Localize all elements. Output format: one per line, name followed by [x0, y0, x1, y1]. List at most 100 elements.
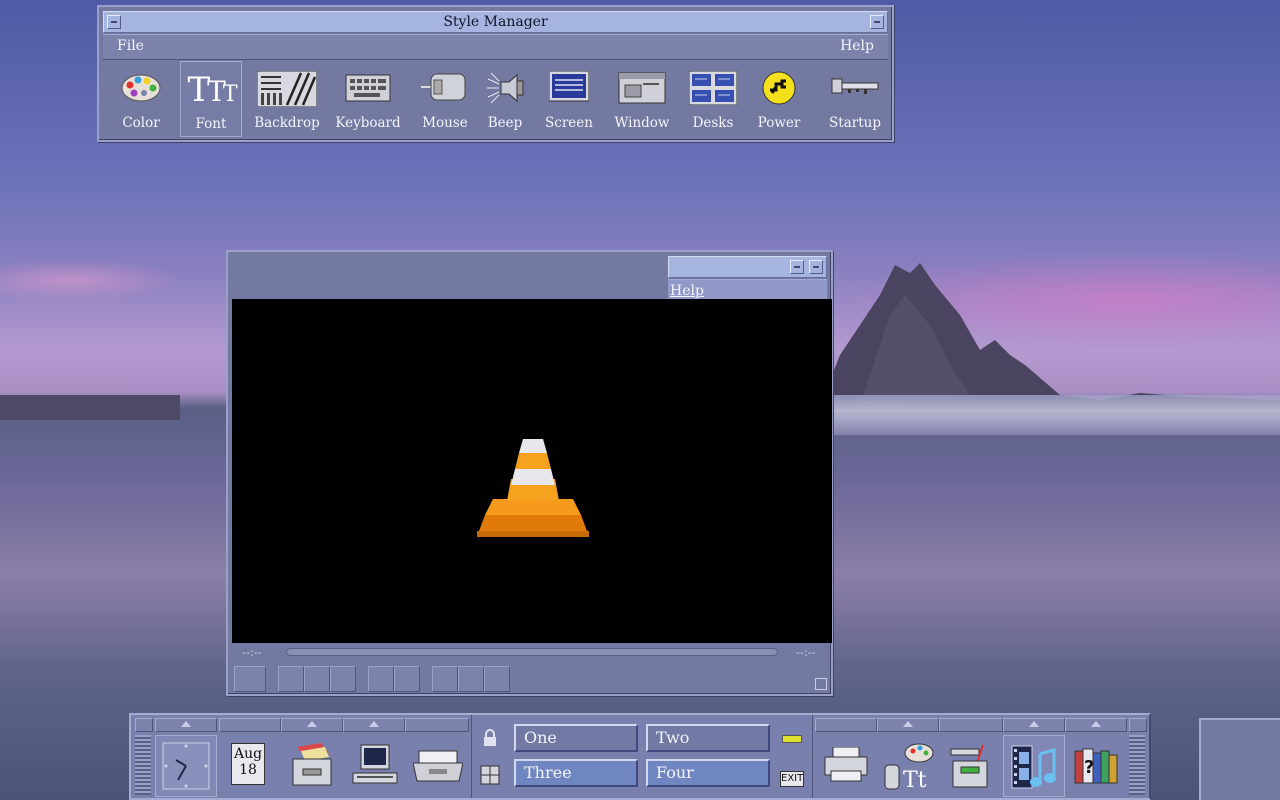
desks-tool-button[interactable]: Desks: [683, 61, 743, 137]
help-subpanel-toggle[interactable]: [1065, 718, 1127, 732]
minimize-button[interactable]: [870, 15, 884, 29]
busy-indicator: [782, 735, 802, 743]
beep-label: Beep: [487, 115, 523, 131]
style-subpanel-toggle[interactable]: [877, 718, 939, 732]
clock-icon: [162, 742, 210, 790]
printer-slot[interactable]: [815, 735, 877, 797]
workspace-four-button[interactable]: Four: [646, 759, 770, 787]
style-manager-slot[interactable]: Tt: [877, 735, 939, 797]
mouse-tool-button[interactable]: Mouse: [415, 61, 475, 137]
workspace-three-button[interactable]: Three: [514, 759, 638, 787]
beep-tool-button[interactable]: Beep: [479, 61, 531, 137]
vlc-titlebar[interactable]: [668, 256, 827, 278]
startup-tool-button[interactable]: Startup: [821, 61, 889, 137]
window-tool-button[interactable]: Window: [607, 61, 677, 137]
sea-horizon: [830, 395, 1280, 435]
maximize-button[interactable]: [809, 260, 823, 274]
svg-text:Tt: Tt: [903, 768, 927, 791]
help-menu[interactable]: Help: [840, 38, 874, 54]
window-title: Style Manager: [443, 14, 548, 30]
help-books-icon: ?: [1074, 748, 1118, 784]
vlc-video-area[interactable]: [232, 299, 832, 643]
keyboard-label: Keyboard: [335, 115, 401, 131]
app-manager-icon: [950, 744, 988, 788]
window-icon: [618, 72, 666, 104]
power-plug-icon: [762, 71, 796, 105]
mailer-slot[interactable]: [407, 735, 469, 797]
font-icon: TTT: [187, 70, 237, 110]
calendar-slot[interactable]: Aug 18: [219, 735, 281, 797]
extended-settings-button[interactable]: [394, 666, 420, 692]
mouse-label: Mouse: [422, 115, 468, 131]
keyboard-tool-button[interactable]: Keyboard: [335, 61, 401, 137]
minimize-button[interactable]: [790, 260, 804, 274]
minimized-window-icon[interactable]: [1199, 718, 1280, 800]
front-panel: Aug 18 One Two Three Four EXIT Tt ?: [129, 713, 1151, 800]
loop-button[interactable]: [458, 666, 484, 692]
apps-subpanel-toggle[interactable]: [343, 718, 405, 732]
font-label: Font: [195, 116, 227, 132]
color-label: Color: [122, 115, 160, 131]
screen-tool-button[interactable]: Screen: [539, 61, 599, 137]
seek-slider[interactable]: [286, 648, 778, 656]
stop-button[interactable]: [304, 666, 330, 692]
printer-subpanel-toggle[interactable]: [815, 718, 877, 732]
workspace-one-button[interactable]: One: [514, 724, 638, 752]
remaining-time: --:--: [796, 646, 816, 659]
elapsed-time: --:--: [242, 646, 262, 659]
calendar-subpanel-toggle[interactable]: [219, 718, 281, 732]
clock-slot[interactable]: [155, 735, 217, 797]
files-subpanel-toggle[interactable]: [281, 718, 343, 732]
printer-icon: [824, 747, 868, 782]
apps-manager-subpanel-toggle[interactable]: [939, 718, 1003, 732]
window-menu-button[interactable]: [107, 15, 121, 29]
clock-subpanel-toggle[interactable]: [155, 718, 217, 732]
style-manager-window: Style Manager File Help Color TTT Font B…: [97, 5, 894, 142]
exit-button[interactable]: EXIT: [780, 771, 804, 787]
startup-label: Startup: [829, 115, 881, 131]
shuffle-button[interactable]: [484, 666, 510, 692]
screen-label: Screen: [545, 115, 593, 131]
vlc-window: Help --:-- --:--: [226, 250, 833, 696]
key-icon: [831, 78, 879, 94]
panel-right-grip[interactable]: [1129, 735, 1145, 795]
calendar-day: 18: [239, 762, 257, 778]
fullscreen-button[interactable]: [368, 666, 394, 692]
help-manager-slot[interactable]: ?: [1065, 735, 1127, 797]
media-player-slot[interactable]: [1003, 735, 1065, 797]
screen-icon: [549, 71, 589, 102]
media-subpanel-toggle[interactable]: [1003, 718, 1065, 732]
desks-label: Desks: [692, 115, 734, 131]
play-button[interactable]: [234, 666, 266, 692]
terminal-slot[interactable]: [343, 735, 405, 797]
style-manager-icon: Tt: [884, 743, 934, 791]
color-tool-button[interactable]: Color: [111, 61, 171, 137]
next-button[interactable]: [330, 666, 356, 692]
playlist-button[interactable]: [432, 666, 458, 692]
file-menu[interactable]: File: [117, 38, 144, 54]
backdrop-tool-button[interactable]: Backdrop: [251, 61, 323, 137]
film-music-icon: [1011, 745, 1056, 789]
resize-grip[interactable]: [815, 678, 827, 690]
mail-subpanel-toggle[interactable]: [405, 718, 469, 732]
vlc-help-menu[interactable]: Help: [670, 283, 704, 299]
app-manager-slot[interactable]: [939, 735, 1001, 797]
desks-icon: [689, 71, 737, 105]
power-tool-button[interactable]: Power: [751, 61, 807, 137]
speaker-icon: [487, 72, 524, 104]
lock-icon[interactable]: [482, 729, 498, 747]
mail-tray-icon: [413, 750, 463, 782]
screen-blank-icon[interactable]: [480, 765, 500, 785]
panel-left-grip[interactable]: [135, 735, 151, 795]
computer-icon: [352, 744, 398, 784]
palette-icon: [121, 74, 161, 102]
font-tool-button[interactable]: TTT Font: [180, 61, 242, 137]
panel-menu-button[interactable]: [135, 718, 153, 732]
panel-minimize-button[interactable]: [1129, 718, 1147, 732]
mountain-silhouette: [820, 263, 1280, 415]
calendar-month: Aug: [233, 746, 263, 762]
workspace-two-button[interactable]: Two: [646, 724, 770, 752]
file-manager-slot[interactable]: [281, 735, 343, 797]
previous-button[interactable]: [278, 666, 304, 692]
style-manager-titlebar[interactable]: Style Manager: [103, 11, 888, 33]
